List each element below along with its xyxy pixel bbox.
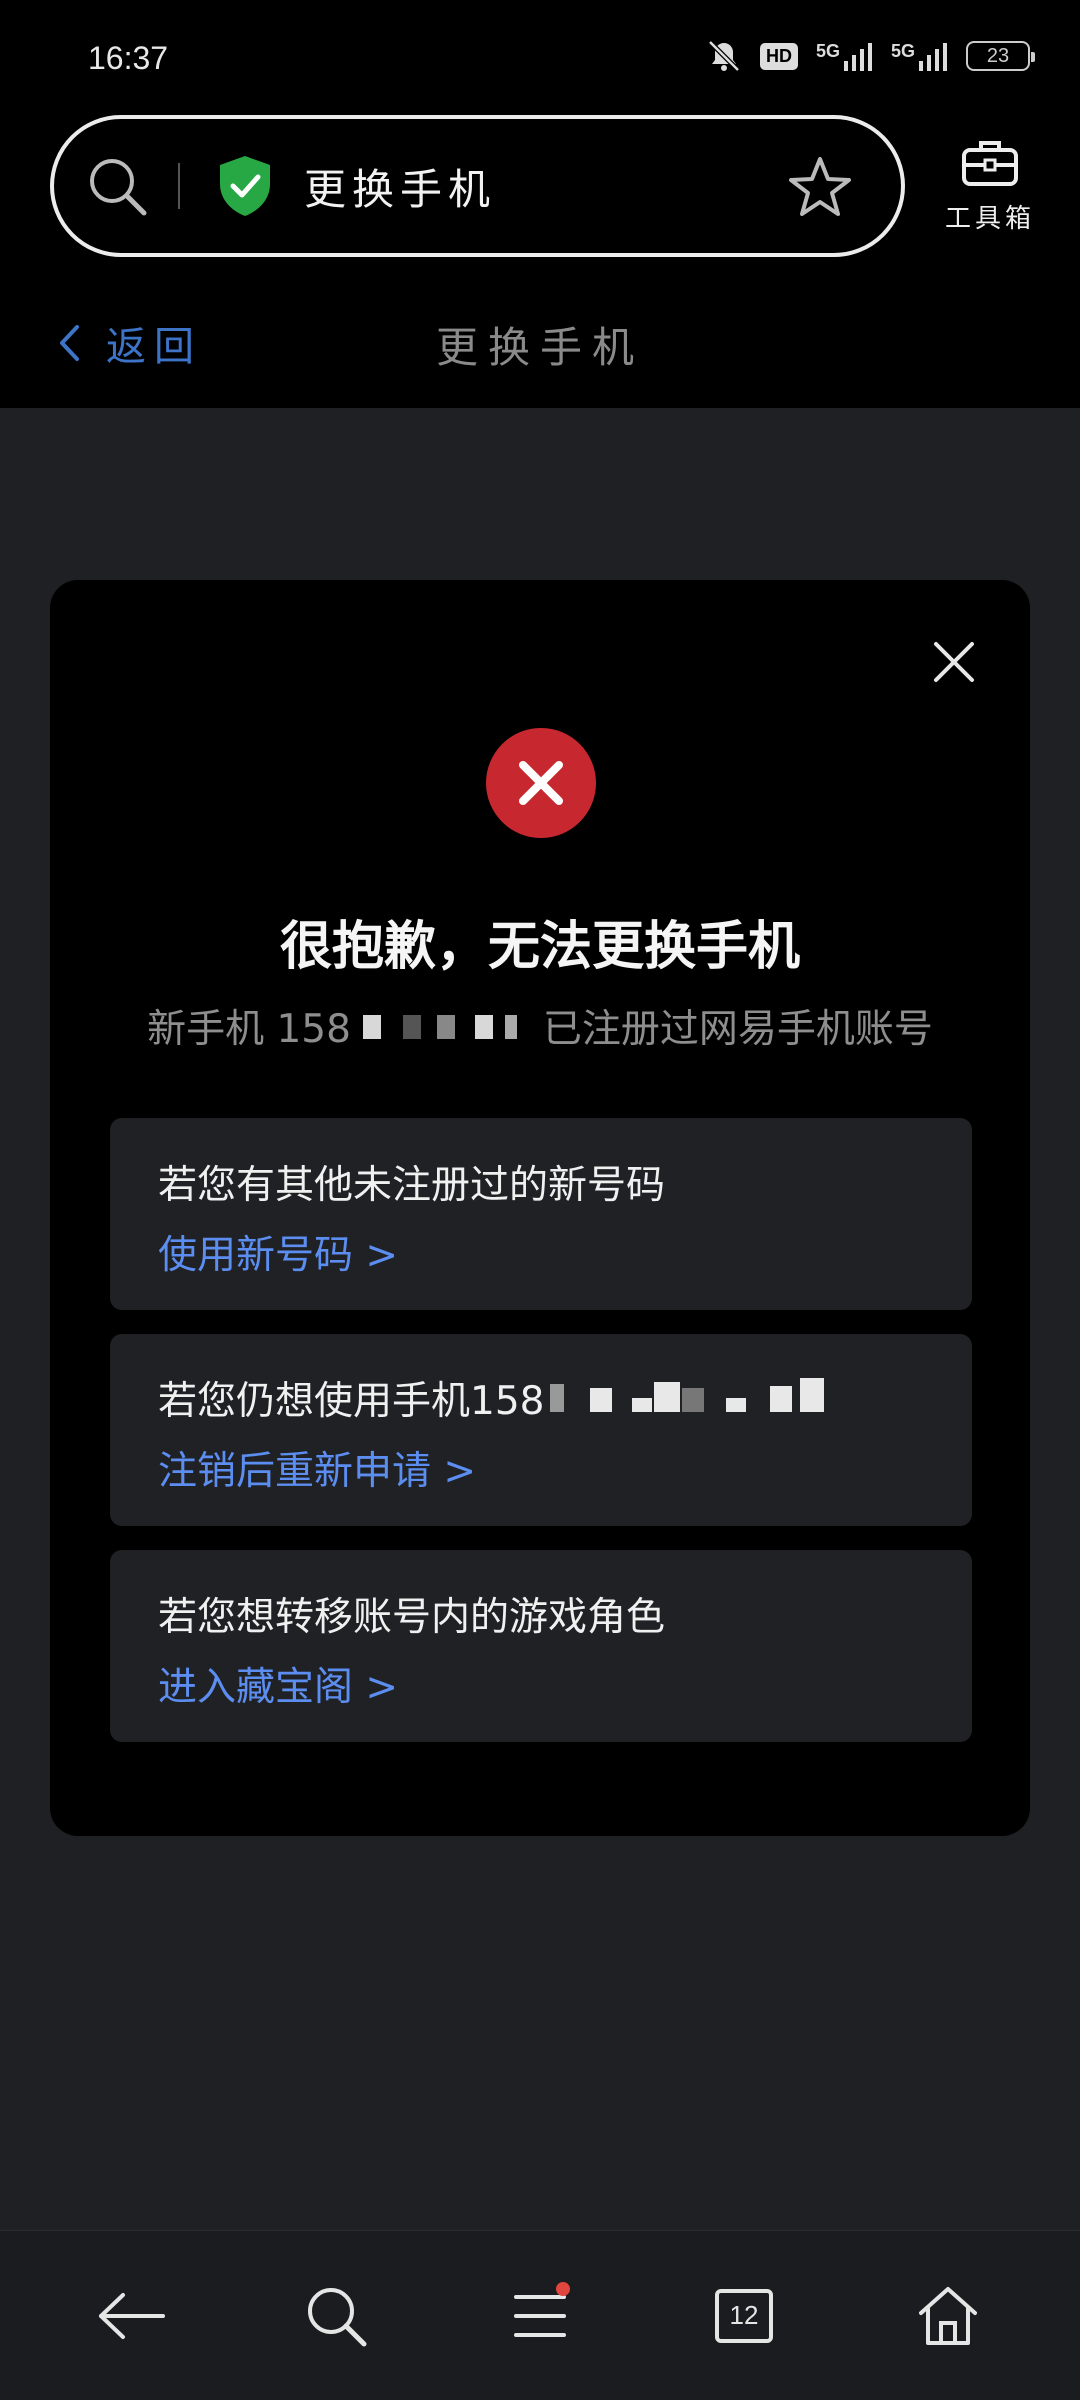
message-prefix: 新手机 158	[147, 1007, 351, 1052]
option-game-transfer[interactable]: 若您想转移账号内的游戏角色 进入藏宝阁 >	[110, 1550, 972, 1742]
page-title: 更换手机	[435, 323, 644, 372]
bottom-navigation: 12	[0, 2230, 1080, 2400]
dialog-headline: 很抱歉，无法更换手机	[279, 917, 800, 977]
option-new-number[interactable]: 若您有其他未注册过的新号码 使用新号码 >	[110, 1118, 972, 1310]
tab-count: 12	[729, 2300, 759, 2330]
hd-badge: HD	[759, 42, 798, 70]
close-icon[interactable]	[930, 638, 978, 686]
shield-check-icon	[220, 156, 270, 216]
nav-search-button[interactable]	[286, 2266, 386, 2366]
nav-back-button[interactable]	[82, 2266, 182, 2366]
page-header: 返回 更换手机	[0, 270, 1080, 408]
deregister-reapply-link[interactable]: 注销后重新申请 >	[158, 1440, 476, 1496]
toolbox-label: 工具箱	[944, 204, 1035, 234]
option-question: 若您仍想使用手机158	[158, 1370, 840, 1426]
error-x-icon	[519, 761, 563, 805]
search-icon	[308, 2287, 367, 2346]
battery-icon: 23	[966, 41, 1035, 71]
signal-icon-1: 5G	[816, 41, 873, 71]
address-divider	[178, 163, 180, 209]
mute-bell-icon	[708, 40, 740, 72]
network-type-1: 5G	[815, 41, 840, 61]
signal-icon-2: 5G	[891, 41, 948, 71]
home-icon	[919, 2286, 977, 2345]
search-icon[interactable]	[86, 155, 148, 217]
use-new-number-link[interactable]: 使用新号码 >	[158, 1224, 398, 1280]
redacted-number	[355, 1009, 539, 1043]
toolbox-icon	[962, 141, 1018, 186]
arrow-left-icon	[99, 2292, 165, 2339]
notification-dot	[556, 2281, 570, 2296]
dialog-message: 新手机 158 已注册过网易手机账号	[50, 998, 1030, 1054]
error-dialog: 很抱歉，无法更换手机 新手机 158 已注册过网易手机账号 若您有其他未注册过的…	[50, 580, 1030, 1836]
menu-icon	[514, 2294, 566, 2337]
address-bar[interactable]: 更换手机	[50, 115, 905, 257]
option-question: 若您想转移账号内的游戏角色	[158, 1595, 666, 1640]
message-suffix: 已注册过网易手机账号	[542, 1007, 933, 1052]
battery-level: 23	[986, 44, 1010, 67]
signal-bars-icon-1	[843, 43, 872, 71]
nav-home-button[interactable]	[898, 2266, 998, 2366]
browser-toolbar: 更换手机 工具箱	[0, 110, 1080, 270]
redacted-number	[550, 1374, 840, 1422]
nav-tabs-button[interactable]: 12	[694, 2266, 794, 2366]
toolbox-button[interactable]: 工具箱	[940, 138, 1040, 235]
treasure-pavilion-link[interactable]: 进入藏宝阁 >	[158, 1656, 398, 1712]
tabs-count-icon: 12	[715, 2288, 773, 2343]
address-title[interactable]: 更换手机	[304, 156, 496, 217]
option-question: 若您有其他未注册过的新号码	[158, 1163, 666, 1208]
error-icon	[486, 728, 596, 838]
status-time: 16:37	[88, 40, 169, 76]
nav-menu-button[interactable]	[490, 2266, 590, 2366]
signal-bars-icon-2	[919, 43, 947, 71]
option-question-text: 若您仍想使用手机158	[158, 1379, 545, 1424]
status-bar: 16:37 HD 5G 5G 23	[0, 0, 1080, 110]
bookmark-star-icon[interactable]	[787, 155, 853, 219]
status-icons: HD 5G 5G 23	[706, 38, 1035, 74]
network-type-2: 5G	[890, 41, 915, 61]
option-deregister[interactable]: 若您仍想使用手机158 注销后重新申请 >	[110, 1334, 972, 1526]
